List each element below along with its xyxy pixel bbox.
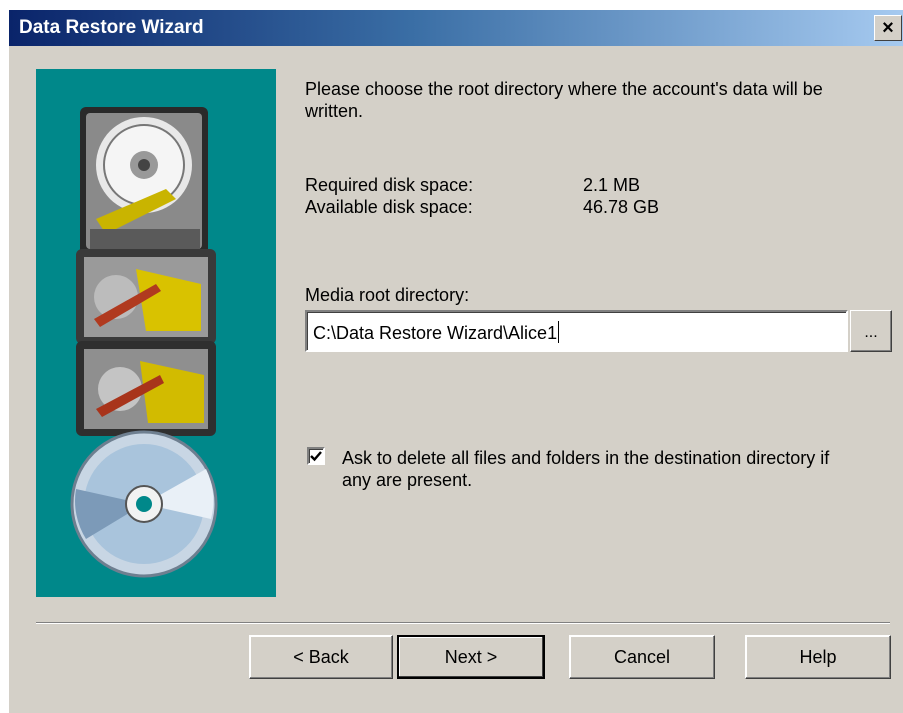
media-root-path-text: C:\Data Restore Wizard\Alice1: [313, 323, 558, 343]
required-space-label: Required disk space:: [305, 175, 474, 195]
hard-drives-and-cd-illustration: [70, 107, 218, 578]
text-caret: [558, 321, 560, 343]
delete-existing-checkbox[interactable]: [307, 447, 325, 465]
cd-disc-graphic: [70, 430, 218, 578]
title-bar[interactable]: Data Restore Wizard ×: [9, 10, 903, 46]
wizard-dialog: Data Restore Wizard × Please choose the …: [8, 10, 903, 713]
media-root-input[interactable]: C:\Data Restore Wizard\Alice1: [305, 310, 848, 352]
close-button[interactable]: ×: [874, 15, 902, 41]
media-root-label: Media root directory:: [305, 285, 470, 305]
help-button[interactable]: Help: [745, 635, 891, 679]
next-button[interactable]: Next >: [397, 635, 545, 679]
footer-separator: [36, 622, 890, 624]
available-space-label: Available disk space:: [305, 197, 473, 217]
wizard-side-illustration: [36, 69, 276, 597]
available-space-value: 46.78 GB: [583, 197, 660, 217]
instruction-text: Please choose the root directory where t…: [305, 79, 823, 121]
back-button[interactable]: < Back: [249, 635, 393, 679]
close-icon: ×: [882, 17, 894, 39]
browse-button[interactable]: ...: [850, 310, 892, 352]
hard-drive-stack-graphic: [76, 249, 216, 436]
hard-drive-graphic: [80, 107, 208, 255]
delete-existing-label[interactable]: Ask to delete all files and folders in t…: [342, 447, 842, 491]
required-space-value: 2.1 MB: [583, 175, 641, 195]
checkmark-icon: [310, 451, 322, 462]
cancel-button[interactable]: Cancel: [569, 635, 715, 679]
window-title: Data Restore Wizard: [19, 17, 204, 38]
media-root-value: C:\Data Restore Wizard\Alice1: [313, 321, 560, 344]
